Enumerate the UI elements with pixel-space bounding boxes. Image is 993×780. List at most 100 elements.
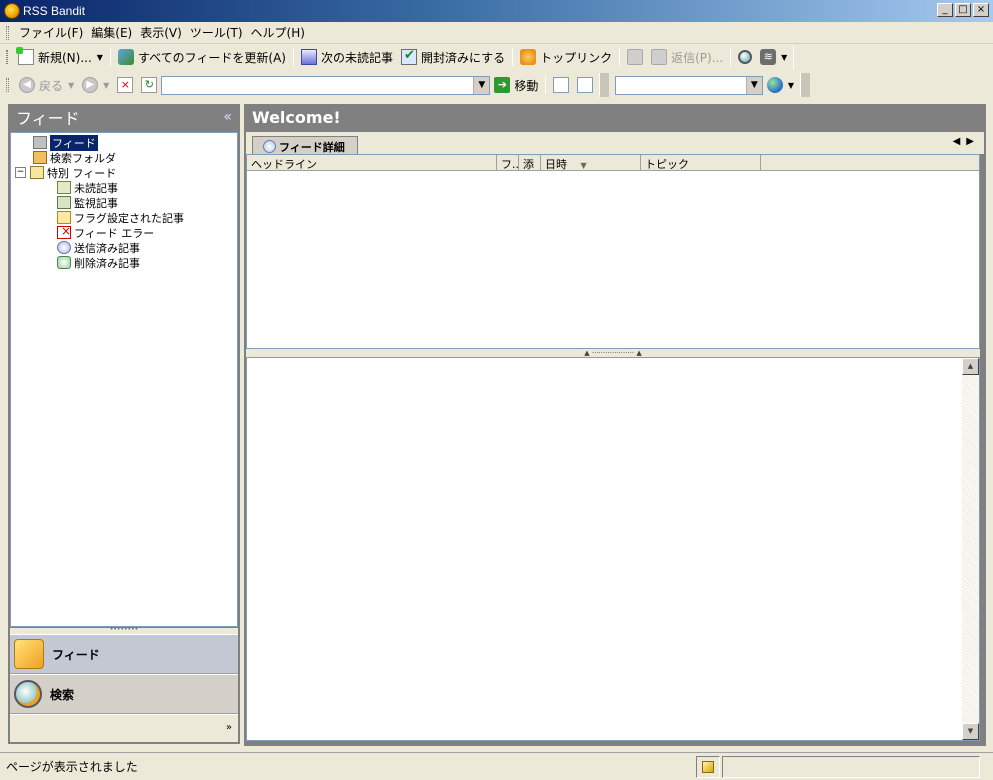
feeds-panel-title: フィード xyxy=(16,109,80,128)
feed-error-icon xyxy=(57,224,71,239)
column-attachment[interactable]: 添 xyxy=(519,155,541,170)
close-button[interactable]: × xyxy=(973,3,989,17)
toolbar-overflow[interactable] xyxy=(793,45,795,69)
magnifier-icon xyxy=(14,680,42,708)
tree-item-unread[interactable]: 未読記事 xyxy=(11,180,237,195)
article-detail-pane[interactable]: ▲ ▼ xyxy=(246,357,980,741)
nav-feeds-label: フィード xyxy=(52,647,100,662)
tab-feed-details[interactable]: フィード詳細 xyxy=(252,136,358,156)
search-button[interactable] xyxy=(734,48,756,66)
tab-bar: フィード詳細 ◀▶ xyxy=(246,132,984,156)
rss-bandit-app-icon xyxy=(4,3,20,19)
minimize-button[interactable]: _ xyxy=(937,3,953,17)
chevron-down-icon[interactable]: ▼ xyxy=(781,53,787,62)
tree-item-special-feeds[interactable]: − 特別 フィード xyxy=(11,165,237,180)
feed-tree[interactable]: フィード 検索フォルダ − 特別 フィード 未読記事 監視記事 フラグ設定された… xyxy=(10,132,238,627)
connection-status-icon xyxy=(702,760,714,773)
status-panel-progress xyxy=(722,755,980,778)
new-page-button[interactable] xyxy=(549,75,573,95)
chevron-down-icon[interactable]: ▼ xyxy=(745,76,762,94)
top-links-button[interactable]: トップリンク xyxy=(516,47,616,68)
stop-button[interactable]: × xyxy=(113,75,137,95)
tree-item-search-folders[interactable]: 検索フォルダ xyxy=(11,150,237,165)
menu-tools[interactable]: ツール(T) xyxy=(186,22,247,43)
chevron-down-icon[interactable]: ▼ xyxy=(473,76,490,94)
reply-button[interactable]: 返信(P)... xyxy=(647,47,727,68)
tree-item-flagged[interactable]: フラグ設定された記事 xyxy=(11,210,237,225)
tree-item-label: フィード xyxy=(50,134,98,151)
tree-item-feeds[interactable]: フィード xyxy=(11,134,237,151)
scroll-up-icon[interactable]: ▲ xyxy=(962,358,979,375)
toolbar-overflow[interactable] xyxy=(599,73,610,97)
back-button[interactable]: ◀ 戻る ▼ xyxy=(15,75,78,96)
url-combobox[interactable]: ▼ xyxy=(161,75,491,95)
content-title: Welcome! xyxy=(252,107,341,127)
nav-feeds-button[interactable]: フィード xyxy=(10,634,238,674)
menu-grip[interactable] xyxy=(6,25,9,40)
tree-item-deleted[interactable]: 削除済み記事 xyxy=(11,255,237,270)
mark-read-label: 開封済みにする xyxy=(420,50,506,65)
headline-list[interactable]: ヘッドライン フ.. 添 日時 ▼ トピック xyxy=(246,154,980,349)
back-label: 戻る xyxy=(39,78,64,93)
toolbar-separator xyxy=(619,48,621,66)
menu-help[interactable]: ヘルプ(H) xyxy=(247,22,309,43)
sent-items-icon xyxy=(57,241,71,254)
status-text: ページが表示されました xyxy=(6,760,138,774)
main-toolbar: 新規(N)... ▼ すべてのフィードを更新(A) 次の未読記事 開封済みにする… xyxy=(0,44,795,70)
mark-read-button[interactable]: 開封済みにする xyxy=(397,47,509,68)
column-topic[interactable]: トピック xyxy=(641,155,761,170)
search-combobox[interactable]: ▼ xyxy=(615,75,763,95)
list-detail-splitter[interactable]: ▲ ··················· ▲ xyxy=(246,349,980,357)
tree-item-feed-errors[interactable]: フィード エラー xyxy=(11,224,237,240)
toolbar-separator xyxy=(730,48,732,66)
menu-file[interactable]: ファイル(F) xyxy=(15,22,87,43)
new-button[interactable]: 新規(N)... ▼ xyxy=(14,47,107,68)
collapse-tree-icon[interactable]: − xyxy=(15,167,26,178)
feeds-panel: フィード « フィード 検索フォルダ − 特別 フィード 未読記事 監視記事 フ… xyxy=(8,104,240,744)
chevron-more-icon[interactable]: » xyxy=(226,722,232,733)
chevron-down-icon[interactable]: ▼ xyxy=(68,81,74,90)
sort-down-icon: ▼ xyxy=(580,161,587,170)
toolbar-overflow[interactable] xyxy=(800,73,810,97)
column-headline[interactable]: ヘッドライン xyxy=(247,155,497,170)
tree-item-label: 未読記事 xyxy=(74,181,118,195)
reload-button[interactable]: ↻ xyxy=(137,75,161,95)
toolbar-separator xyxy=(512,48,514,66)
flagged-folder-icon xyxy=(57,211,71,224)
next-unread-button[interactable]: 次の未読記事 xyxy=(297,47,397,68)
maximize-button[interactable]: □ xyxy=(955,3,971,17)
web-search-button[interactable]: ▼ xyxy=(763,75,798,95)
chevron-down-icon[interactable]: ▼ xyxy=(788,81,794,90)
chevron-down-icon[interactable]: ▼ xyxy=(103,81,109,90)
url-input[interactable] xyxy=(162,77,473,94)
next-unread-label: 次の未読記事 xyxy=(320,50,393,65)
rss-button[interactable]: ≋ ▼ xyxy=(756,47,791,67)
column-flag[interactable]: フ.. xyxy=(497,155,519,170)
nav-search-button[interactable]: 検索 xyxy=(10,674,238,714)
stop-icon: × xyxy=(117,77,134,93)
page-settings-button[interactable] xyxy=(573,75,597,95)
search-engine-input[interactable] xyxy=(616,77,746,94)
tab-scroll-arrows[interactable]: ◀▶ xyxy=(953,136,980,147)
collapse-panel-icon[interactable]: « xyxy=(223,109,232,125)
content-panel: Welcome! フィード詳細 ◀▶ ヘッドライン フ.. 添 日時 ▼ トピッ… xyxy=(244,104,986,746)
menu-edit[interactable]: 編集(E) xyxy=(87,22,136,43)
go-button[interactable]: ➔ 移動 xyxy=(490,75,542,96)
toolbar-grip[interactable] xyxy=(6,50,8,64)
post-item-button[interactable] xyxy=(623,47,647,67)
refresh-all-feeds-button[interactable]: すべてのフィードを更新(A) xyxy=(114,47,290,68)
scroll-down-icon[interactable]: ▼ xyxy=(962,723,979,740)
column-date[interactable]: 日時 ▼ xyxy=(541,155,641,170)
tree-item-watched[interactable]: 監視記事 xyxy=(11,195,237,210)
vertical-scrollbar[interactable]: ▲ ▼ xyxy=(962,358,979,740)
column-date-label: 日時 xyxy=(545,158,567,170)
browser-toolbar: ◀ 戻る ▼ ▶ ▼ × ↻ ▼ ➔ 移動 ▼ ▼ xyxy=(0,72,810,98)
status-bar: ページが表示されました xyxy=(0,752,993,780)
chevron-down-icon[interactable]: ▼ xyxy=(97,53,103,62)
menu-bar: ファイル(F) 編集(E) 表示(V) ツール(T) ヘルプ(H) xyxy=(0,22,993,44)
forward-button[interactable]: ▶ ▼ xyxy=(78,75,113,95)
menu-view[interactable]: 表示(V) xyxy=(136,22,186,43)
tree-item-sent[interactable]: 送信済み記事 xyxy=(11,240,237,255)
toolbar-separator xyxy=(109,48,111,66)
toolbar-grip[interactable] xyxy=(6,78,9,92)
